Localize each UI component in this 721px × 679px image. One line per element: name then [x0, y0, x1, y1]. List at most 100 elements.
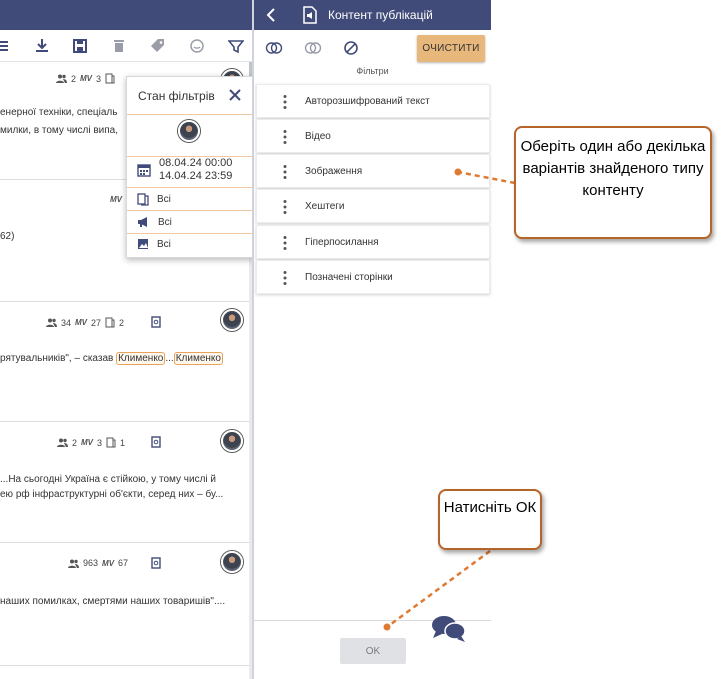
popup-title: Стан фільтрів: [138, 89, 215, 103]
filter-item-auto-transcribed-text[interactable]: Авторозшифрований текст: [256, 84, 490, 118]
callout-choose-variants: Оберіть один або декілька варіантів знай…: [514, 126, 712, 239]
user-avatar: [178, 120, 200, 142]
docs-count: 1: [120, 437, 126, 448]
mv-count: 3: [97, 437, 103, 448]
date-to: 14.04.24 23:59: [159, 170, 233, 182]
channel-filter-row: Всі: [137, 216, 172, 228]
drag-handle-icon[interactable]: [283, 164, 287, 180]
highlighted-keyword: Клименко: [173, 352, 223, 365]
mv-label: MV: [102, 558, 115, 568]
users-icon: [46, 318, 57, 327]
document-search-icon[interactable]: [151, 557, 161, 569]
filter-sort-icon[interactable]: [228, 38, 244, 54]
card-stats: 2 MV 3 1: [57, 437, 125, 448]
trash-icon[interactable]: [111, 38, 127, 54]
calendar-icon: [137, 164, 151, 177]
back-chevron-icon[interactable]: [264, 6, 278, 24]
filter-item-label: Позначені сторінки: [305, 272, 393, 283]
document-search-icon[interactable]: [151, 316, 161, 328]
intersection-icon[interactable]: [265, 40, 283, 56]
filters-section-label: Фільтри: [356, 66, 389, 76]
doc-icon: [105, 73, 115, 84]
author-avatar[interactable]: [221, 430, 243, 452]
card-stats: 34 MV 27 2: [46, 317, 124, 328]
mv-label: MV: [81, 438, 94, 447]
filter-value: Всі: [158, 216, 172, 228]
filter-item-tagged-pages[interactable]: Позначені сторінки: [256, 260, 490, 294]
publication-card[interactable]: 2 MV 3 1 ...На сьогодні Україна є стійко…: [0, 423, 249, 543]
drag-handle-icon[interactable]: [283, 235, 287, 251]
filter-item-label: Відео: [305, 131, 331, 142]
users-count: 34: [61, 317, 72, 328]
filter-item-label: Зображення: [305, 166, 363, 177]
ellipsis: ...: [165, 353, 174, 364]
publication-card[interactable]: 963 MV 67 наших помилках, смертями наших…: [0, 544, 249, 666]
clear-button[interactable]: ОЧИСТИТИ: [417, 35, 485, 62]
snippet-line: рятувальників", – сказав Клименко... Клим…: [0, 351, 223, 367]
mv-label: MV: [75, 318, 88, 327]
users-count: 963: [83, 558, 99, 568]
mv-count: 67: [118, 558, 129, 568]
divider: [127, 233, 252, 234]
snippet-line: наших помилках, смертями наших товаришів…: [0, 596, 226, 607]
snippet-line: ...На сьогодні Україна є стійкою, у тому…: [0, 474, 217, 485]
date-range-row: 08.04.24 00:00 14.04.24 23:59: [137, 157, 232, 183]
users-icon: [56, 74, 67, 83]
save-icon[interactable]: [72, 38, 88, 54]
publications-list-panel: 2 MV 3 енерної техніки, спеціаль милки, …: [0, 0, 253, 679]
card-stats: 2 MV 3: [56, 73, 115, 84]
filter-item-hashtags[interactable]: Хештеги: [256, 189, 490, 223]
drag-handle-icon[interactable]: [283, 199, 287, 215]
comment-icon[interactable]: [189, 38, 205, 54]
drag-handle-icon[interactable]: [283, 270, 287, 286]
menu-icon[interactable]: [0, 38, 12, 54]
snippet-line: милки, в тому числі випа,: [0, 125, 118, 136]
chat-icon[interactable]: [430, 612, 468, 646]
publication-card[interactable]: 34 MV 27 2 рятувальників", – сказав Клим…: [0, 303, 249, 422]
filter-item-label: Хештеги: [305, 201, 345, 212]
megaphone-icon: [138, 217, 147, 227]
filter-value: Всі: [157, 194, 171, 205]
card-stats: 963 MV 67: [68, 558, 128, 568]
filter-state-popup: Стан фільтрів 08.04.24 00:00 14.04.24 23…: [126, 76, 252, 258]
mv-count: 27: [91, 317, 102, 328]
date-from: 08.04.24 00:00: [159, 157, 233, 169]
image-filter-row: Всі: [137, 238, 171, 250]
docs-count: 2: [119, 317, 125, 328]
filter-item-images[interactable]: Зображення: [256, 154, 490, 188]
users-count: 2: [71, 73, 77, 84]
source-filter-row: Всі: [137, 193, 171, 206]
divider: [127, 210, 252, 211]
list-toolbar: [0, 30, 252, 62]
document-search-icon[interactable]: [151, 436, 161, 448]
screen-root: 2 MV 3 енерної техніки, спеціаль милки, …: [0, 0, 721, 679]
users-icon: [57, 438, 68, 447]
divider: [127, 187, 252, 188]
filter-value: Всі: [157, 238, 171, 250]
author-avatar[interactable]: [221, 551, 243, 573]
exclude-icon[interactable]: [342, 40, 360, 56]
image-icon: [138, 239, 148, 249]
drag-handle-icon[interactable]: [283, 129, 287, 145]
users-count: 2: [72, 437, 78, 448]
divider: [127, 114, 252, 115]
close-icon[interactable]: [227, 87, 243, 103]
doc-icon: [105, 317, 115, 328]
drag-handle-icon[interactable]: [283, 94, 287, 110]
card-stats: MV: [110, 195, 122, 204]
filter-item-label: Гіперпосилання: [305, 237, 379, 248]
download-icon[interactable]: [34, 38, 50, 54]
highlighted-keyword: Клименко: [116, 352, 166, 365]
mv-label: MV: [110, 195, 122, 204]
tag-icon[interactable]: [150, 38, 166, 54]
filter-item-hyperlinks[interactable]: Гіперпосилання: [256, 225, 490, 259]
doc-icon: [137, 193, 149, 206]
audio-document-icon: [303, 6, 317, 24]
filter-item-video[interactable]: Відео: [256, 119, 490, 153]
callout-press-ok: Натисніть ОК: [438, 489, 542, 550]
snippet-line: 62): [0, 231, 15, 242]
author-avatar[interactable]: [221, 309, 243, 331]
union-icon[interactable]: [304, 40, 322, 56]
ok-button[interactable]: OK: [340, 638, 406, 664]
filter-item-label: Авторозшифрований текст: [305, 96, 430, 107]
